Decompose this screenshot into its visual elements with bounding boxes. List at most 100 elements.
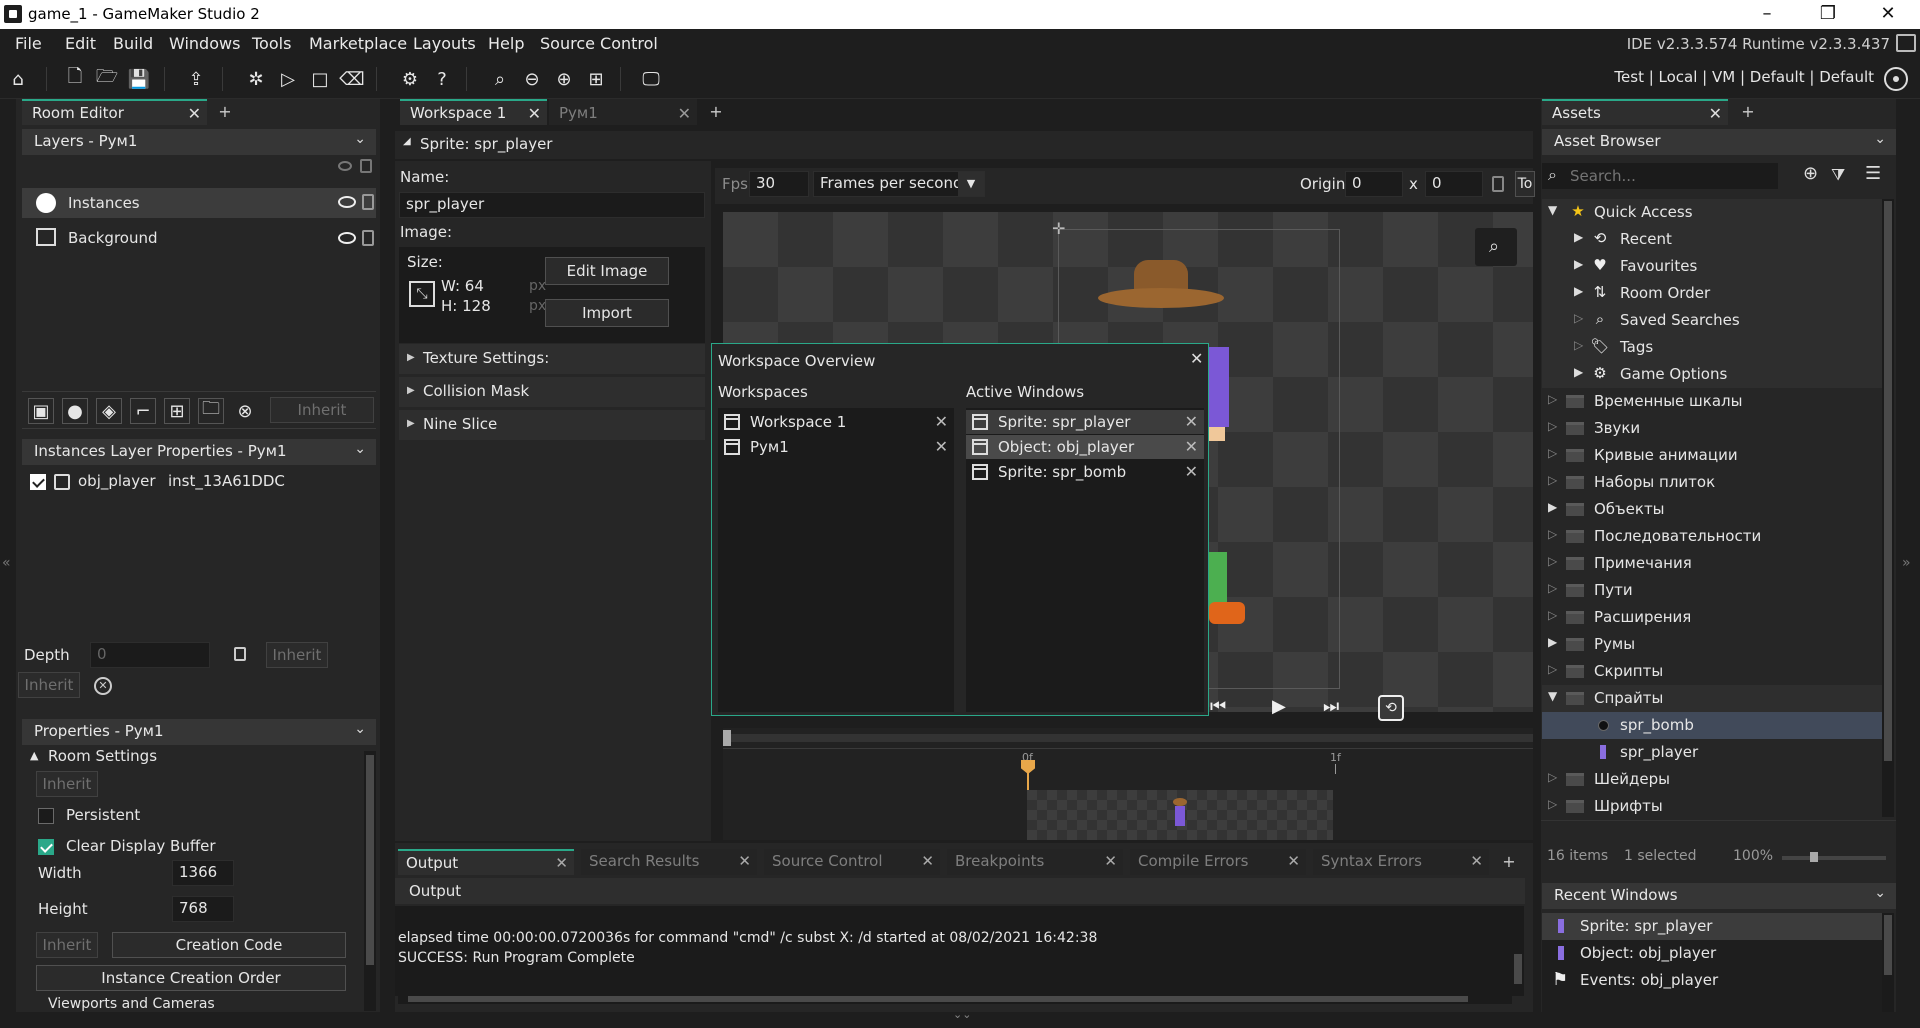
layers-header[interactable]: Layers - Рум1 ⌄ xyxy=(22,129,376,155)
instance-row[interactable]: obj_player inst_13A61DDC xyxy=(22,469,376,495)
tree-folder-objects[interactable]: ▶ Объекты xyxy=(1542,496,1882,523)
inherit-creation-code-button[interactable]: Inherit xyxy=(36,932,98,958)
layer-row-instances[interactable]: Instances xyxy=(22,188,376,218)
instance-visible-checkbox[interactable] xyxy=(30,474,46,490)
save-icon[interactable]: 💾 xyxy=(126,66,152,92)
loop-icon[interactable]: ⟲ xyxy=(1378,695,1404,721)
frame-thumbnail[interactable] xyxy=(1027,790,1333,840)
last-frame-icon[interactable]: ⏭ xyxy=(1323,696,1353,720)
creation-code-button[interactable]: Creation Code xyxy=(112,932,346,958)
clear-display-buffer-checkbox[interactable] xyxy=(38,839,54,855)
close-icon[interactable]: ✕ xyxy=(1185,437,1198,456)
add-asset-icon[interactable]: ⊕ xyxy=(1803,163,1818,184)
close-tab-icon[interactable]: ✕ xyxy=(678,104,691,123)
zoom-out-icon[interactable]: ⊖ xyxy=(519,66,545,92)
collapse-arrow-icon[interactable]: ◢ xyxy=(403,136,411,147)
expand-bottom-icon[interactable]: ⌄⌄ xyxy=(953,1008,971,1021)
menu-icon[interactable]: ☰ xyxy=(1865,163,1881,184)
room-properties-header[interactable]: Properties - Рум1 ⌄ xyxy=(22,719,376,745)
menu-layouts[interactable]: Layouts xyxy=(413,34,476,53)
add-folder-icon[interactable]: 🗀 xyxy=(198,398,224,424)
stop-icon[interactable]: □ xyxy=(307,66,333,92)
instance-creation-order-button[interactable]: Instance Creation Order xyxy=(36,965,346,991)
filter-icon[interactable]: ⧩ xyxy=(1831,165,1845,185)
output-log[interactable]: elapsed time 00:00:00.0720036s for comma… xyxy=(395,906,1512,996)
tree-favourites[interactable]: ▶ ♥ Favourites xyxy=(1542,253,1882,280)
eye-icon[interactable] xyxy=(338,161,352,171)
texture-settings-section[interactable]: ▶ Texture Settings: xyxy=(399,344,705,374)
asset-tree-scrollbar[interactable] xyxy=(1882,199,1894,817)
recent-window-item[interactable]: ⚑ Events: obj_player xyxy=(1542,967,1882,994)
workspace-item[interactable]: Workspace 1 ✕ xyxy=(718,410,954,434)
menu-file[interactable]: File xyxy=(15,34,42,53)
menu-help[interactable]: Help xyxy=(488,34,524,53)
tree-folder-tilesets[interactable]: ▷ Наборы плиток xyxy=(1542,469,1882,496)
workspace-overview-icon[interactable]: 🖵 xyxy=(638,66,664,92)
inherit-layer-button[interactable]: Inherit xyxy=(270,397,374,423)
tab-search-results[interactable]: Search Results ✕ xyxy=(581,849,757,875)
search-input[interactable] xyxy=(1570,165,1770,187)
output-scrollbar-h[interactable] xyxy=(398,994,1512,1004)
active-window-item[interactable]: Sprite: spr_bomb ✕ xyxy=(966,460,1204,484)
add-output-tab-button[interactable]: + xyxy=(1496,851,1522,875)
inherit-room-button[interactable]: Inherit xyxy=(36,771,98,797)
run-icon[interactable]: ▷ xyxy=(275,66,301,92)
close-icon[interactable]: ✕ xyxy=(935,412,948,431)
clear-icon[interactable]: ✕ xyxy=(94,677,112,695)
new-project-icon[interactable]: 🗋 xyxy=(62,66,88,92)
import-button[interactable]: Import xyxy=(545,299,669,327)
menu-build[interactable]: Build xyxy=(113,34,153,53)
depth-input[interactable]: 0 xyxy=(90,642,210,668)
menu-tools[interactable]: Tools xyxy=(252,34,291,53)
timeline-scrollbar[interactable] xyxy=(723,734,1533,742)
debug-icon[interactable]: ✲ xyxy=(243,66,269,92)
lock-icon[interactable] xyxy=(362,230,374,246)
tree-folder-paths[interactable]: ▷ Пути xyxy=(1542,577,1882,604)
menu-edit[interactable]: Edit xyxy=(65,34,96,53)
menu-source-control[interactable]: Source Control xyxy=(540,34,658,53)
origin-preset-button[interactable]: To xyxy=(1515,171,1535,197)
tab-source-control[interactable]: Source Control ✕ xyxy=(764,849,940,875)
tree-tags[interactable]: ▷ 🏷 Tags xyxy=(1542,334,1882,361)
minimize-button[interactable]: – xyxy=(1747,2,1787,26)
persistent-checkbox[interactable] xyxy=(38,808,54,824)
clean-icon[interactable]: ⌫ xyxy=(339,66,365,92)
fit-icon[interactable]: ⊞ xyxy=(583,66,609,92)
home-icon[interactable]: ⌂ xyxy=(5,66,31,92)
width-input[interactable]: 1366 xyxy=(172,860,234,886)
close-tab-icon[interactable]: ✕ xyxy=(1287,852,1300,870)
close-dialog-icon[interactable]: ✕ xyxy=(1190,349,1203,368)
tree-folder-notes[interactable]: ▷ Примечания xyxy=(1542,550,1882,577)
add-tab-button[interactable]: + xyxy=(212,101,238,125)
add-background-layer-icon[interactable]: ▣ xyxy=(28,398,54,424)
add-instance-layer-icon[interactable]: ● xyxy=(62,398,88,424)
close-window-button[interactable]: ✕ xyxy=(1868,2,1908,26)
zoom-in-icon[interactable]: ⊕ xyxy=(551,66,577,92)
target-selector[interactable]: Test | Local | VM | Default | Default xyxy=(1614,68,1874,86)
menu-marketplace[interactable]: Marketplace xyxy=(309,34,407,53)
layer-row-background[interactable]: Background xyxy=(22,223,376,253)
active-window-item[interactable]: Object: obj_player ✕ xyxy=(966,435,1204,459)
sprite-name-input[interactable]: spr_player xyxy=(399,192,705,218)
timeline[interactable]: 0f 1f xyxy=(723,728,1533,840)
close-tab-icon[interactable]: ✕ xyxy=(1104,852,1117,870)
eye-icon[interactable] xyxy=(338,232,356,244)
inherit-depth-button[interactable]: Inherit xyxy=(266,642,328,668)
chat-icon[interactable] xyxy=(1896,34,1916,52)
asset-search[interactable]: ⌕ xyxy=(1542,163,1778,189)
eye-icon[interactable] xyxy=(338,196,356,208)
add-tab-button[interactable]: + xyxy=(1735,101,1761,125)
close-tab-icon[interactable]: ✕ xyxy=(738,852,751,870)
fps-input[interactable]: 30 xyxy=(749,171,809,197)
tree-folder-sprites[interactable]: ▼ Спрайты xyxy=(1542,685,1882,712)
tab-room-1[interactable]: Рум1 ✕ xyxy=(549,99,697,125)
tree-folder-scripts[interactable]: ▷ Скрипты xyxy=(1542,658,1882,685)
help-icon[interactable]: ? xyxy=(429,66,455,92)
close-tab-icon[interactable]: ✕ xyxy=(921,852,934,870)
tree-folder-timelines[interactable]: ▷ Временные шкалы xyxy=(1542,388,1882,415)
close-tab-icon[interactable]: ✕ xyxy=(1709,104,1722,123)
instances-layer-properties-header[interactable]: Instances Layer Properties - Рум1 ⌄ xyxy=(22,439,376,465)
tree-folder-extensions[interactable]: ▷ Расширения xyxy=(1542,604,1882,631)
add-asset-layer-icon[interactable]: ⊞ xyxy=(164,398,190,424)
settings-icon[interactable]: ⚙ xyxy=(397,66,423,92)
